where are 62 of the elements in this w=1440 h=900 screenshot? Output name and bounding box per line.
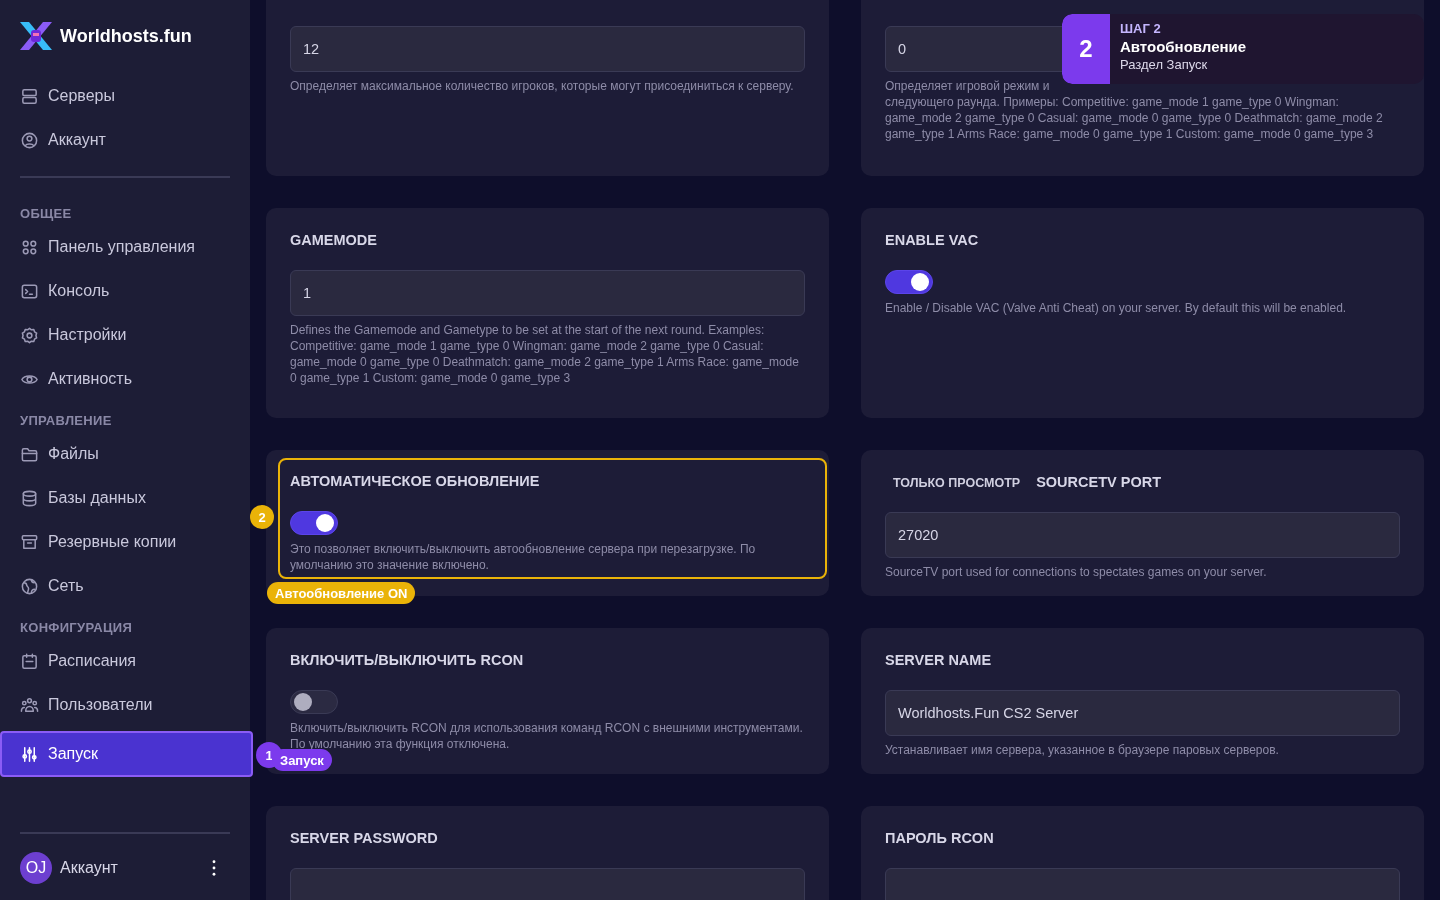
nav-item[interactable]: Базы данных [0,476,250,520]
nav-item[interactable]: Аккаунт [0,118,250,162]
server-icon [20,86,39,106]
setting-description: Это позволяет включить/выключить автообновление сервера при перезагрузке. По умолчанию это значение включено. [290,541,757,573]
step-title: Автообновление [1120,38,1247,55]
nav-item[interactable]: Активность [0,357,250,401]
setting-description: Defines the Gamemode and Gametype to be set at the start of the next round. Examples: Competitive: game_mode 1 game_type 0 Wingman: game_mode 2 game_type 0 Casual: game_mode 0 game_type 0 Deathmatch: game_mode 2 game_type 1 Arms Race: game_mode 0 game_type 1 Custom: game_mode 0 game_type 3 [290,322,800,386]
setting-title: GAMEMODE [290,232,377,248]
nav-item[interactable]: Консоль [0,269,250,313]
user-icon [20,130,39,150]
step-caption: ШАГ 2 [1120,21,1162,36]
nav-item[interactable]: Панель управления [0,225,250,269]
archive-icon [20,532,39,552]
setting-description: Включить/выключить RCON для использования команд RCON с внешними инструментами. По умолчанию эта функция отключена. [290,720,804,752]
step-subtitle: Раздел Запуск [1120,57,1209,72]
toggle-switch[interactable] [885,270,933,294]
setting-title: SOURCETV PORT [1036,474,1162,490]
brand-name: Worldhosts.fun [60,25,192,47]
step-number: 2 [250,505,274,529]
input-field[interactable]: 27020 [885,512,1400,558]
setting-title: SERVER NAME [885,652,992,668]
calendar-icon [20,651,39,671]
section-heading: КОНФИГУРАЦИЯ [19,619,134,637]
nav-item[interactable]: Запуск [0,731,253,777]
setting-description: Определяет игровой режим и [885,78,1050,94]
input-field[interactable]: 1 [290,270,805,316]
setting-title: SERVER PASSWORD [290,830,438,846]
settings-icon [20,325,39,345]
setting-description: Определяет максимальное количество игроков, которые могут присоединиться к серверу. [290,78,794,94]
setting-description: Устанавливает имя сервера, указанное в браузере паровых серверов. [885,742,1279,758]
setting-title: АВТОМАТИЧЕСКОЕ ОБНОВЛЕНИЕ [290,473,540,489]
section-heading: ОБЩЕЕ [19,205,73,223]
nav-item[interactable]: Расписания [0,639,250,683]
nav-item[interactable]: Серверы [0,74,250,118]
setting-description: следующего раунда. Примеры: Competitive: game_mode 1 game_type 0 Wingman: game_mode 2 game_type 0 Casual: game_mode 0 game_type 0 Deathmatch: game_mode 2 game_type 1 Arms Race: game_mode 0 game_type 1 Custom: game_mode 0 game_type 3 [885,94,1384,142]
more-icon[interactable] [212,860,216,876]
setting-title: ВКЛЮЧИТЬ/ВЫКЛЮЧИТЬ RCON [290,652,524,668]
sliders-icon [20,744,39,764]
nav-item[interactable]: Сеть [0,564,250,608]
setting-title: ENABLE VAC [885,232,979,248]
step-label: Автообновление ON [267,582,416,604]
users-icon [20,695,39,715]
nav-item[interactable]: Резервные копии [0,520,250,564]
globe-icon [20,576,39,596]
toggle-switch[interactable] [290,511,338,535]
read-only-label: ТОЛЬКО ПРОСМОТР [892,476,1021,490]
database-icon [20,488,39,508]
logo-icon [20,22,52,50]
input-field[interactable]: Worldhosts.Fun CS2 Server [885,690,1400,736]
section-heading: УПРАВЛЕНИЕ [19,412,113,430]
toggle-switch[interactable] [290,690,338,714]
step-label: Запуск [272,749,332,771]
nav-item[interactable]: Настройки [0,313,250,357]
account-name[interactable]: Аккаунт [60,859,204,877]
avatar[interactable]: OJ [20,852,52,884]
step-number: 2 [1062,14,1110,84]
setting-description: SourceTV port used for connections to spectates games on your server. [885,564,1267,580]
setting-description: Enable / Disable VAC (Valve Anti Cheat) on your server. By default this will be enabled. [885,300,1347,316]
input-field[interactable]: 12 [290,26,805,72]
nav-item[interactable]: Файлы [0,432,250,476]
nav-item[interactable]: Пользователи [0,683,250,727]
setting-title: ПАРОЛЬ RCON [885,830,994,846]
